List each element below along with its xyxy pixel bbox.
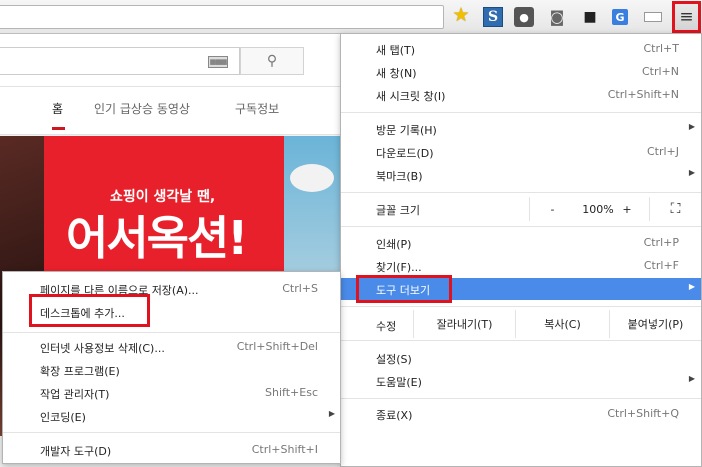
menu-divider: [341, 306, 701, 307]
menu-item-label: 설정(S): [376, 353, 412, 366]
menu-item-incognito[interactable]: 새 시크릿 창(I) Ctrl+Shift+N: [341, 84, 701, 106]
translate-extension-icon[interactable]: G: [612, 9, 628, 25]
submenu-arrow-icon: ▶: [688, 122, 695, 131]
menu-item-label: 종료(X): [376, 409, 413, 422]
menu-item-label: 도움말(E): [376, 376, 422, 389]
submenu-arrow-icon: ▶: [328, 409, 335, 418]
submenu-item-extensions[interactable]: 확장 프로그램(E): [3, 359, 340, 381]
chrome-menu-button[interactable]: ≡: [672, 1, 701, 33]
zoom-in-button[interactable]: +: [615, 197, 639, 221]
menu-item-exit[interactable]: 종료(X) Ctrl+Shift+Q: [341, 403, 701, 425]
window-icon[interactable]: [644, 12, 662, 22]
menu-item-shortcut: Ctrl+Shift+Q: [607, 407, 679, 420]
menu-divider: [341, 340, 701, 341]
submenu-item-shortcut: Ctrl+S: [282, 282, 318, 295]
search-icon: ⚲: [266, 53, 278, 69]
submenu-item-label: 개발자 도구(D): [40, 445, 112, 458]
menu-divider: [3, 432, 340, 433]
submenu-arrow-icon: ▶: [688, 168, 695, 177]
star-icon[interactable]: ★: [451, 4, 471, 26]
submenu-item-encoding[interactable]: 인코딩(E) ▶: [3, 405, 340, 427]
submenu-item-developer-tools[interactable]: 개발자 도구(D) Ctrl+Shift+I: [3, 439, 340, 461]
menu-item-settings[interactable]: 설정(S): [341, 347, 701, 369]
menu-item-label: 새 창(N): [376, 67, 417, 80]
menu-item-downloads[interactable]: 다운로드(D) Ctrl+J: [341, 141, 701, 163]
tab-subscriptions[interactable]: 구독정보: [235, 100, 279, 117]
menu-item-label: 다운로드(D): [376, 147, 434, 160]
submenu-item-shortcut: Ctrl+Shift+I: [251, 443, 318, 456]
submenu-item-label: 인코딩(E): [40, 411, 86, 424]
submenu-item-label: 작업 관리자(T): [40, 388, 110, 401]
fullscreen-icon[interactable]: ⛶: [649, 197, 701, 221]
bulb-extension-icon[interactable]: ●: [514, 7, 534, 27]
menu-item-find[interactable]: 찾기(F)... Ctrl+F: [341, 255, 701, 277]
zoom-row: 글꼴 크기 - 100% + ⛶: [341, 197, 701, 221]
menu-divider: [341, 398, 701, 399]
menu-item-label: 새 시크릿 창(I): [376, 90, 446, 103]
browser-toolbar: ★ S ● ◙ ■ G ≡: [0, 0, 702, 34]
more-tools-submenu: 페이지를 다른 이름으로 저장(A)... Ctrl+S 데스크톱에 추가...…: [2, 271, 341, 464]
banner-title: 어서옥션!: [66, 211, 248, 265]
submenu-item-task-manager[interactable]: 작업 관리자(T) Shift+Esc: [3, 382, 340, 404]
tab-home[interactable]: 홈: [52, 100, 63, 117]
copy-button[interactable]: 복사(C): [515, 310, 609, 338]
video-extension-icon[interactable]: ■: [580, 7, 600, 27]
menu-item-label: 인쇄(P): [376, 238, 412, 251]
menu-icon: ≡: [679, 7, 694, 27]
search-button[interactable]: ⚲: [240, 47, 304, 75]
submenu-arrow-icon: ▶: [688, 374, 695, 383]
cut-button[interactable]: 잘라내기(T): [413, 310, 515, 338]
annotation-highlight-box: [356, 275, 452, 303]
menu-divider: [341, 192, 701, 193]
submenu-item-label: 인터넷 사용정보 삭제(C)...: [40, 342, 165, 355]
menu-divider: [341, 112, 701, 113]
menu-item-shortcut: Ctrl+N: [641, 65, 679, 78]
submenu-item-shortcut: Ctrl+Shift+Del: [236, 340, 318, 353]
menu-item-history[interactable]: 방문 기록(H) ▶: [341, 118, 701, 140]
annotation-highlight-box: [29, 294, 150, 327]
zoom-out-button[interactable]: -: [529, 197, 575, 221]
edit-row: 수정 잘라내기(T) 복사(C) 붙여넣기(P): [341, 310, 701, 338]
menu-item-shortcut: Ctrl+T: [643, 42, 679, 55]
active-tab-indicator: [52, 127, 65, 130]
paste-button[interactable]: 붙여넣기(P): [609, 310, 701, 338]
menu-item-new-tab[interactable]: 새 탭(T) Ctrl+T: [341, 38, 701, 60]
submenu-item-shortcut: Shift+Esc: [265, 386, 318, 399]
menu-item-shortcut: Ctrl+J: [646, 145, 679, 158]
s-extension-icon[interactable]: S: [483, 7, 503, 27]
menu-item-label: 방문 기록(H): [376, 124, 437, 137]
menu-item-shortcut: Ctrl+Shift+N: [607, 88, 679, 101]
menu-item-shortcut: Ctrl+F: [643, 259, 679, 272]
menu-item-print[interactable]: 인쇄(P) Ctrl+P: [341, 232, 701, 254]
edit-label: 수정: [376, 320, 397, 333]
menu-item-label: 북마크(B): [376, 170, 423, 183]
menu-item-label: 새 탭(T): [376, 44, 416, 57]
menu-divider: [341, 226, 701, 227]
submenu-arrow-icon: ▶: [688, 282, 695, 291]
search-input[interactable]: [0, 47, 240, 75]
menu-divider: [3, 332, 340, 333]
chrome-main-menu: 새 탭(T) Ctrl+T 새 창(N) Ctrl+N 새 시크릿 창(I) C…: [340, 33, 702, 467]
tab-trending[interactable]: 인기 급상승 동영상: [94, 100, 190, 117]
menu-item-help[interactable]: 도움말(E) ▶: [341, 370, 701, 392]
menu-item-label: 찾기(F)...: [376, 261, 422, 274]
zoom-label: 글꼴 크기: [376, 204, 420, 217]
keyboard-icon[interactable]: ▦▦▦: [208, 56, 228, 68]
cloud-image: [290, 164, 334, 192]
camera-icon[interactable]: ◙: [547, 7, 567, 27]
address-bar[interactable]: [0, 5, 444, 29]
submenu-item-clear-browsing-data[interactable]: 인터넷 사용정보 삭제(C)... Ctrl+Shift+Del: [3, 336, 340, 358]
submenu-item-label: 확장 프로그램(E): [40, 365, 120, 378]
menu-item-bookmarks[interactable]: 북마크(B) ▶: [341, 164, 701, 186]
menu-item-shortcut: Ctrl+P: [643, 236, 679, 249]
menu-item-new-window[interactable]: 새 창(N) Ctrl+N: [341, 61, 701, 83]
